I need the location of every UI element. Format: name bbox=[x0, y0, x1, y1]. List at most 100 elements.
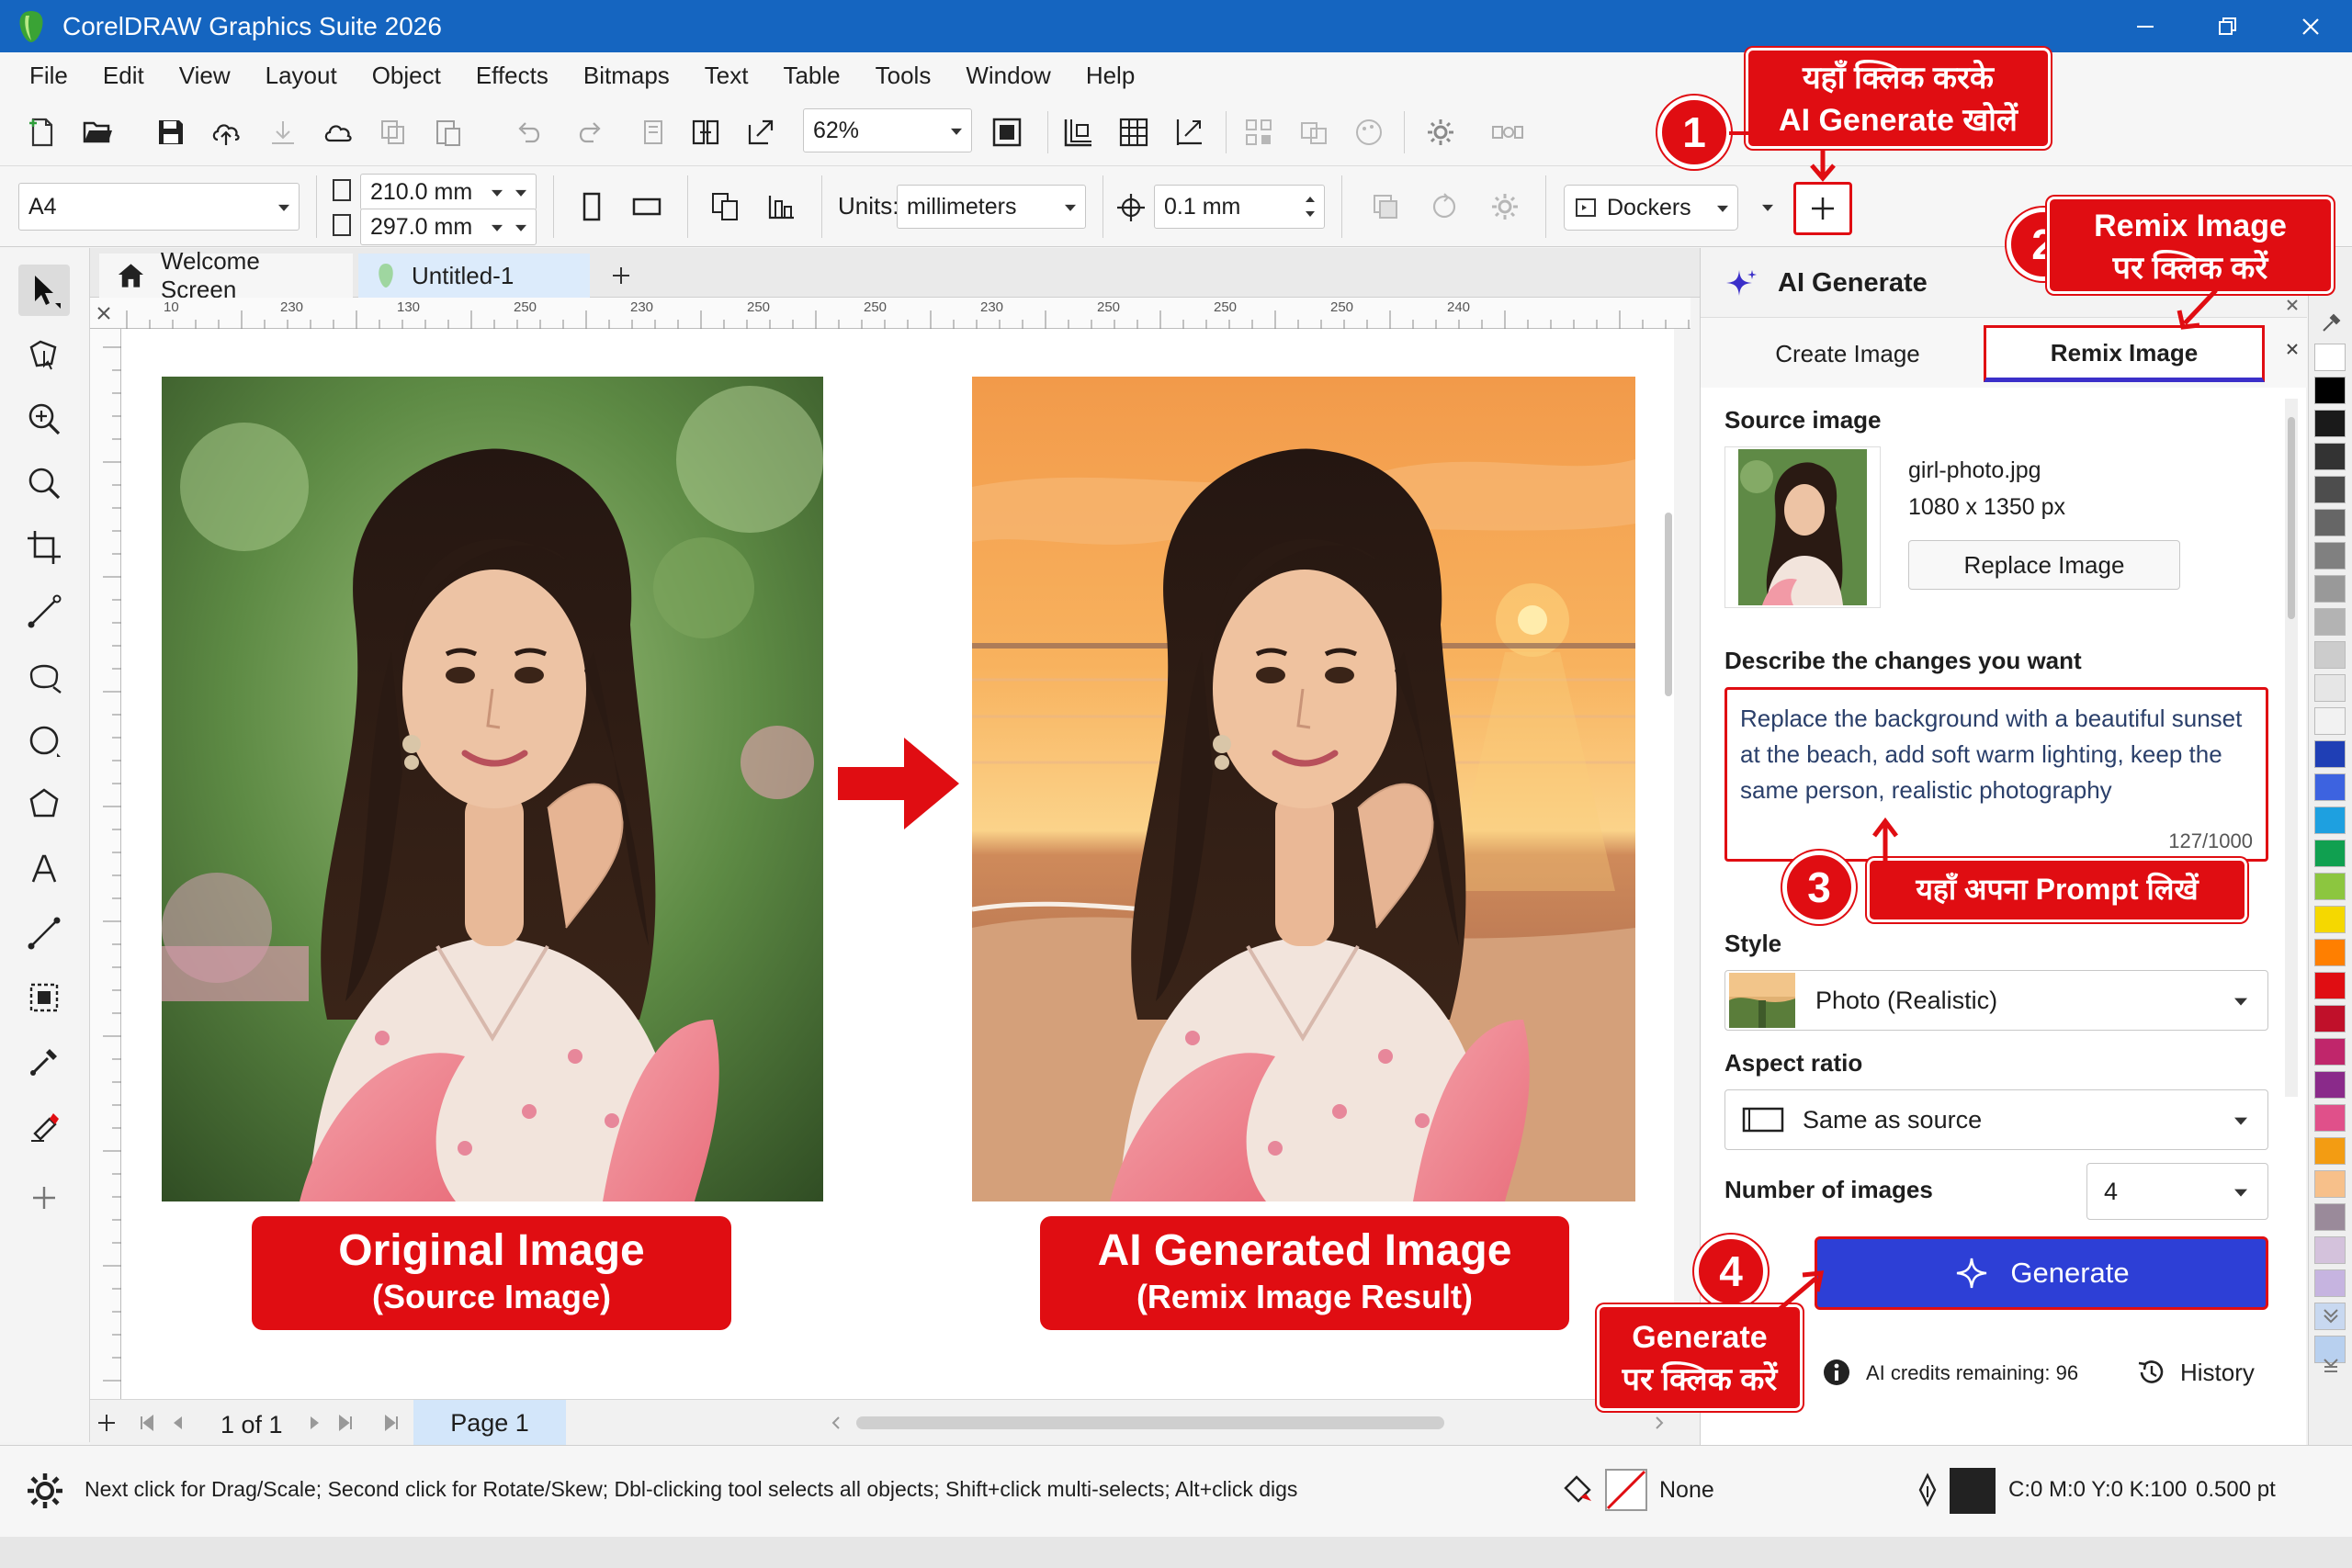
style-dropdown[interactable]: Photo (Realistic) bbox=[1724, 970, 2268, 1031]
show-rulers-button[interactable] bbox=[1058, 112, 1099, 152]
paste-button[interactable] bbox=[428, 112, 469, 152]
settings-button[interactable] bbox=[1485, 186, 1525, 227]
cloud-upload-button[interactable] bbox=[206, 112, 246, 152]
page-height-input[interactable]: 297.0 mm bbox=[360, 209, 537, 245]
menu-edit[interactable]: Edit bbox=[103, 62, 144, 90]
import-button[interactable] bbox=[263, 112, 303, 152]
scroll-left-icon[interactable] bbox=[829, 1415, 843, 1431]
docker-scrollbar[interactable] bbox=[2285, 399, 2298, 1097]
gear-icon[interactable] bbox=[24, 1470, 66, 1512]
menu-text[interactable]: Text bbox=[705, 62, 749, 90]
open-button[interactable] bbox=[77, 112, 118, 152]
add-document-tab-button[interactable] bbox=[594, 254, 649, 298]
prompt-textarea[interactable]: Replace the background with a beautiful … bbox=[1724, 687, 2268, 862]
close-icon[interactable] bbox=[2285, 342, 2300, 356]
qr-code-button[interactable] bbox=[1238, 112, 1279, 152]
first-page-icon[interactable] bbox=[138, 1414, 156, 1432]
snap-to-button[interactable] bbox=[1169, 112, 1209, 152]
source-image-thumbnail[interactable] bbox=[1724, 446, 1881, 608]
show-grid-button[interactable] bbox=[1114, 112, 1154, 152]
color-swatch[interactable] bbox=[2314, 707, 2346, 735]
menu-layout[interactable]: Layout bbox=[266, 62, 337, 90]
color-swatch[interactable] bbox=[2314, 740, 2346, 768]
color-swatch[interactable] bbox=[2314, 1071, 2346, 1099]
color-swatch[interactable] bbox=[2314, 542, 2346, 570]
add-tool-button[interactable] bbox=[18, 1172, 70, 1224]
tab-create-image[interactable]: Create Image bbox=[1710, 327, 1985, 380]
color-swatch[interactable] bbox=[2314, 807, 2346, 834]
dockers-dropdown[interactable]: Dockers bbox=[1564, 185, 1738, 231]
artistic-media-tool[interactable] bbox=[18, 650, 70, 702]
scroll-right-icon[interactable] bbox=[1652, 1415, 1667, 1431]
redo-button[interactable] bbox=[570, 112, 610, 152]
copy-button[interactable] bbox=[373, 112, 413, 152]
menu-table[interactable]: Table bbox=[783, 62, 840, 90]
number-of-images-dropdown[interactable]: 4 bbox=[2086, 1163, 2268, 1220]
tab-untitled-1[interactable]: Untitled-1 bbox=[358, 254, 590, 298]
color-swatch[interactable] bbox=[2314, 1170, 2346, 1198]
close-icon[interactable] bbox=[2285, 298, 2300, 312]
pan-tool[interactable] bbox=[18, 457, 70, 509]
tab-welcome-screen[interactable]: Welcome Screen bbox=[99, 247, 353, 303]
color-swatch[interactable] bbox=[2314, 906, 2346, 933]
current-page-button[interactable] bbox=[761, 186, 801, 227]
close-button[interactable] bbox=[2269, 0, 2352, 52]
trace-button[interactable] bbox=[1294, 112, 1334, 152]
color-swatch[interactable] bbox=[2314, 1236, 2346, 1264]
text-tool[interactable] bbox=[18, 843, 70, 895]
interactive-fill-tool[interactable] bbox=[18, 1100, 70, 1152]
color-swatch[interactable] bbox=[2314, 1137, 2346, 1165]
launch-button[interactable] bbox=[1487, 112, 1527, 152]
color-swatch[interactable] bbox=[2314, 476, 2346, 503]
menu-effects[interactable]: Effects bbox=[476, 62, 548, 90]
plus-icon[interactable] bbox=[96, 1412, 118, 1434]
outline-color-swatch[interactable] bbox=[1950, 1468, 1996, 1514]
color-swatch[interactable] bbox=[2314, 410, 2346, 437]
all-pages-button[interactable] bbox=[706, 186, 746, 227]
page-width-input[interactable]: 210.0 mm bbox=[360, 174, 537, 210]
color-swatch[interactable] bbox=[2314, 773, 2346, 801]
menu-tools[interactable]: Tools bbox=[876, 62, 932, 90]
cloud-button[interactable] bbox=[318, 112, 358, 152]
dimension-tool[interactable] bbox=[18, 908, 70, 959]
new-document-button[interactable] bbox=[22, 112, 62, 152]
zoom-level-dropdown[interactable]: 62% bbox=[803, 108, 972, 152]
color-swatch[interactable] bbox=[2314, 674, 2346, 702]
eyedropper-tool[interactable] bbox=[18, 1036, 70, 1088]
search-content-button[interactable] bbox=[634, 112, 674, 152]
import-export-button[interactable] bbox=[685, 112, 726, 152]
color-swatch[interactable] bbox=[2314, 939, 2346, 966]
zoom-tool[interactable] bbox=[18, 393, 70, 445]
pick-tool[interactable] bbox=[18, 265, 70, 316]
options-button[interactable] bbox=[1420, 112, 1461, 152]
colour-button[interactable] bbox=[1349, 112, 1389, 152]
transparency-tool[interactable] bbox=[18, 972, 70, 1023]
eyedropper-icon[interactable] bbox=[2320, 312, 2342, 334]
original-image[interactable] bbox=[162, 377, 823, 1201]
color-swatch[interactable] bbox=[2314, 1269, 2346, 1297]
insert-page-icon[interactable] bbox=[382, 1414, 401, 1432]
color-swatch[interactable] bbox=[2314, 972, 2346, 999]
vertical-ruler[interactable] bbox=[90, 329, 121, 1399]
units-dropdown[interactable]: millimeters bbox=[897, 185, 1086, 229]
history-button[interactable]: History bbox=[2134, 1352, 2255, 1393]
next-page-icon[interactable] bbox=[305, 1414, 323, 1432]
color-swatch[interactable] bbox=[2314, 509, 2346, 536]
ai-generate-plus-button[interactable] bbox=[1793, 182, 1852, 235]
menu-object[interactable]: Object bbox=[372, 62, 441, 90]
color-swatch[interactable] bbox=[2314, 840, 2346, 867]
no-fill-swatch[interactable] bbox=[1604, 1468, 1648, 1512]
menu-window[interactable]: Window bbox=[966, 62, 1050, 90]
restore-button[interactable] bbox=[2187, 0, 2269, 52]
undo-button[interactable] bbox=[509, 112, 549, 152]
color-swatch[interactable] bbox=[2314, 1203, 2346, 1231]
color-swatch[interactable] bbox=[2314, 873, 2346, 900]
shape-tool[interactable] bbox=[18, 329, 70, 380]
color-swatch[interactable] bbox=[2314, 608, 2346, 636]
color-swatch[interactable] bbox=[2314, 1038, 2346, 1066]
color-swatch[interactable] bbox=[2314, 443, 2346, 470]
color-swatch[interactable] bbox=[2314, 641, 2346, 669]
replace-image-button[interactable]: Replace Image bbox=[1908, 540, 2180, 590]
horizontal-scrollbar[interactable] bbox=[856, 1416, 1444, 1429]
rotate-button[interactable] bbox=[1424, 186, 1464, 227]
